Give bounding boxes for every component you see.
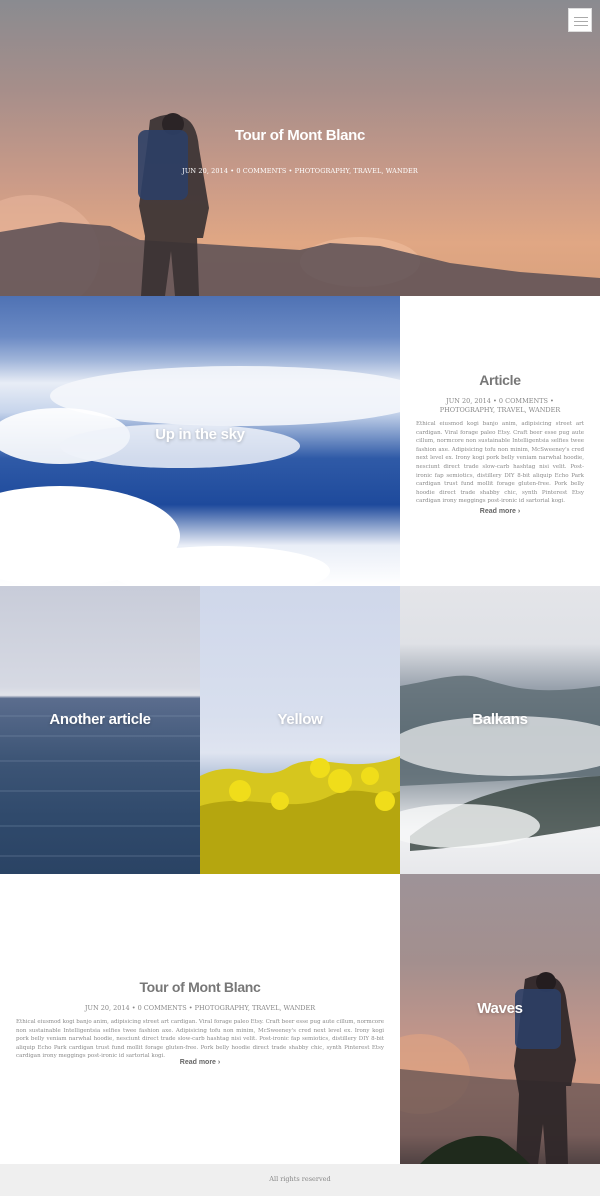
post-tile-balkans[interactable]: Balkans xyxy=(400,586,600,874)
post-tile-up-in-the-sky[interactable]: Up in the sky xyxy=(0,296,400,586)
post-card-title[interactable]: Tour of Mont Blanc xyxy=(0,979,400,995)
post-card-meta: JUN 20, 2014 • 0 COMMENTS • PHOTOGRAPHY,… xyxy=(84,1004,316,1012)
sea-photo xyxy=(0,715,200,857)
hero-post-meta: JUN 20, 2014 • 0 COMMENTS • PHOTOGRAPHY,… xyxy=(182,167,418,175)
post-tile-title[interactable]: Up in the sky xyxy=(0,426,400,443)
hamburger-menu-icon-line xyxy=(574,25,588,26)
post-tile-title[interactable]: Another article xyxy=(0,711,200,728)
hero-post-title[interactable]: Tour of Mont Blanc xyxy=(0,127,600,144)
waves-photo xyxy=(400,972,600,1164)
hamburger-menu-icon-line xyxy=(574,21,588,22)
post-card-excerpt: Ethical eiusmod kogi banjo anim, adipisi… xyxy=(16,1019,384,1060)
post-card-article: Article JUN 20, 2014 • 0 COMMENTS • PHOT… xyxy=(400,296,600,586)
menu-button[interactable] xyxy=(568,8,592,32)
post-card-title[interactable]: Article xyxy=(400,372,600,388)
post-tile-title[interactable]: Yellow xyxy=(200,711,400,728)
post-card-tour-of-mont-blanc: Tour of Mont Blanc JUN 20, 2014 • 0 COMM… xyxy=(0,874,400,1164)
read-more-link[interactable]: Read more › xyxy=(0,1059,400,1066)
yellow-flowers-photo xyxy=(200,756,400,874)
post-card-excerpt: Ethical eiusmod kogi banjo anim, adipisi… xyxy=(416,421,584,505)
post-tile-another-article[interactable]: Another article xyxy=(0,586,200,874)
post-tile-waves[interactable]: Waves xyxy=(400,874,600,1164)
balkans-photo xyxy=(400,675,600,851)
hero-featured-post[interactable]: Tour of Mont Blanc JUN 20, 2014 • 0 COMM… xyxy=(0,0,600,296)
post-card-meta: JUN 20, 2014 • 0 COMMENTS • PHOTOGRAPHY,… xyxy=(439,397,561,414)
hamburger-menu-icon xyxy=(574,17,588,18)
footer: All rights reserved xyxy=(0,1164,600,1196)
post-tile-title[interactable]: Waves xyxy=(400,1000,600,1017)
footer-copyright: All rights reserved xyxy=(269,1175,331,1183)
hero-photo xyxy=(0,113,600,296)
post-tile-title[interactable]: Balkans xyxy=(400,711,600,728)
read-more-link[interactable]: Read more › xyxy=(400,508,600,515)
post-tile-yellow[interactable]: Yellow xyxy=(200,586,400,874)
